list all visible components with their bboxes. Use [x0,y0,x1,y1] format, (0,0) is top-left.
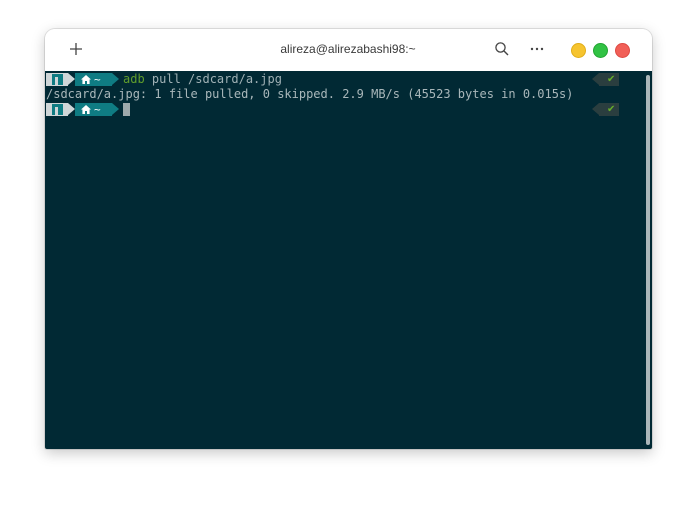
output-line: /sdcard/a.jpg: 1 file pulled, 0 skipped.… [46,87,574,101]
ellipsis-icon[interactable] [529,41,545,57]
prompt-os-segment [46,103,68,116]
text-cursor [123,103,130,116]
maximize-button[interactable] [593,43,608,58]
check-icon: ✔ [607,104,616,115]
status-separator [592,103,599,115]
terminal-area[interactable]: ~ adb pull /sdcard/a.jpg ✔ /sdcard/a.jpg… [45,71,652,449]
status-segment: ✔ [592,73,619,86]
prompt-separator [68,103,75,115]
prompt-os-segment [46,73,68,86]
home-icon [81,75,91,84]
scrollbar[interactable] [646,75,650,445]
prompt-dir-label: ~ [94,103,101,116]
command-args: pull /sdcard/a.jpg [144,72,282,86]
prompt-separator [68,73,75,85]
prompt-dir-segment: ~ [75,103,112,116]
status-separator [592,73,599,85]
minimize-button[interactable] [571,43,586,58]
prompt-line: ~ ✔ [46,102,636,117]
command-name: adb [123,72,145,86]
home-icon [81,105,91,114]
close-button[interactable] [615,43,630,58]
window-title: alireza@alirezabashi98:~ [280,42,416,56]
search-icon[interactable] [494,41,510,57]
header-bar: alireza@alirezabashi98:~ [45,29,652,72]
status-body: ✔ [599,103,619,116]
manjaro-icon [52,74,63,85]
status-body: ✔ [599,73,619,86]
prompt-line: ~ adb pull /sdcard/a.jpg ✔ [46,72,636,87]
command-text: adb pull /sdcard/a.jpg [123,72,282,87]
terminal-window: alireza@alirezabashi98:~ ~ adb pull /sdc… [45,29,652,449]
plus-icon[interactable] [67,40,85,58]
prompt-separator [112,103,119,115]
status-segment: ✔ [592,103,619,116]
manjaro-icon [52,104,63,115]
check-icon: ✔ [607,74,616,85]
prompt-dir-segment: ~ [75,73,112,86]
prompt-dir-label: ~ [94,73,101,86]
prompt-separator [112,73,119,85]
